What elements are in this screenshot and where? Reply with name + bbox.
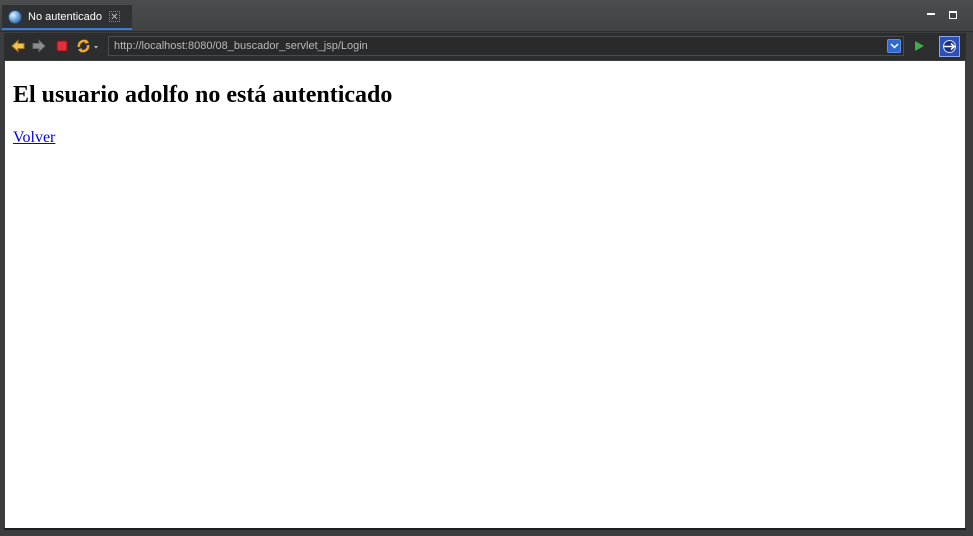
close-icon[interactable]: ✕ [109,11,120,23]
back-arrow-icon[interactable] [10,38,26,54]
page-title: El usuario adolfo no está autenticado [13,82,393,108]
volver-link[interactable]: Volver [13,129,55,147]
minimize-icon[interactable] [927,13,935,15]
stop-icon[interactable] [54,38,70,54]
browser-toolbar [4,33,966,60]
tab-label: No autenticado [28,10,102,23]
maximize-icon[interactable] [949,11,957,19]
window-bottom-border [4,528,966,530]
go-play-icon[interactable] [911,38,927,54]
browser-window: No autenticado ✕ http://localhost:8080/0… [0,0,973,536]
forward-arrow-icon[interactable] [31,38,47,54]
tab-bar: No autenticado ✕ [0,0,973,32]
chevron-down-icon[interactable] [887,39,901,53]
address-bar[interactable] [108,36,904,56]
globe-icon [8,9,22,24]
open-external-browser-icon[interactable] [939,36,960,57]
tab-no-autenticado[interactable]: No autenticado ✕ [2,5,132,30]
page-viewport: El usuario adolfo no está autenticado Vo… [5,61,965,528]
url-input[interactable] [109,37,887,55]
refresh-icon[interactable] [75,38,101,54]
